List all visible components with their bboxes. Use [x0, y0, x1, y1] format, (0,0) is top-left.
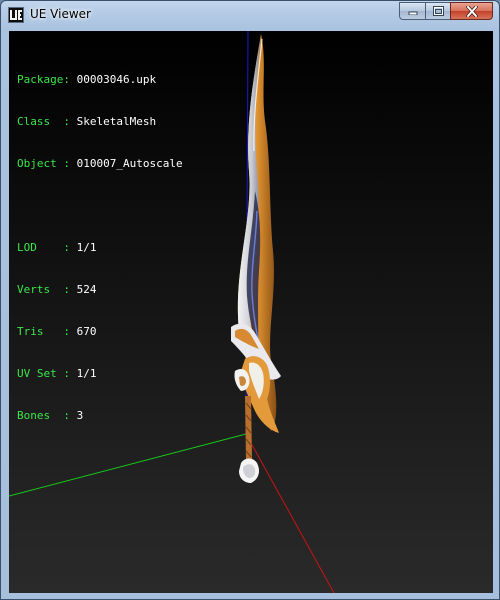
info-value: SkeletalMesh: [76, 115, 157, 128]
info-label: Package:: [17, 73, 77, 86]
info-row-uv-set: UV Set : 1/1: [17, 367, 183, 381]
info-label: Tris :: [17, 325, 77, 338]
close-icon: [465, 5, 478, 17]
mesh-info-overlay: Package: 00003046.upk Class : SkeletalMe…: [17, 45, 183, 451]
info-row-bones: Bones : 3: [17, 409, 183, 423]
info-value: 3: [76, 409, 84, 422]
info-value: 010007_Autoscale: [76, 157, 183, 170]
info-row-class: Class : SkeletalMesh: [17, 115, 183, 129]
maximize-button[interactable]: [425, 2, 450, 20]
info-value: 670: [76, 325, 97, 338]
info-value: 524: [76, 283, 97, 296]
info-row-verts: Verts : 524: [17, 283, 183, 297]
axis-x-line: [245, 433, 335, 593]
info-row-package: Package: 00003046.upk: [17, 73, 183, 87]
3d-viewport[interactable]: Package: 00003046.upk Class : SkeletalMe…: [9, 31, 493, 593]
maximize-icon: [432, 6, 444, 16]
info-label: UV Set :: [17, 367, 77, 380]
info-label: LOD :: [17, 241, 77, 254]
info-label: Class :: [17, 115, 77, 128]
close-button[interactable]: [450, 2, 493, 20]
app-icon: [8, 7, 24, 23]
window-title: UE Viewer: [30, 7, 91, 21]
info-row-tris: Tris : 670: [17, 325, 183, 339]
info-row-object: Object : 010007_Autoscale: [17, 157, 183, 171]
info-label: Object :: [17, 157, 77, 170]
info-value: 00003046.upk: [76, 73, 157, 86]
minimize-button[interactable]: [399, 2, 425, 20]
info-label: Bones :: [17, 409, 77, 422]
title-bar[interactable]: UE Viewer: [1, 1, 499, 29]
info-row-lod: LOD : 1/1: [17, 241, 183, 255]
info-value: 1/1: [76, 241, 97, 254]
caption-buttons: [399, 2, 493, 21]
sword-mesh: [231, 34, 281, 483]
app-window: UE Viewer Package: 00003046.upk Class: …: [0, 0, 500, 600]
info-value: 1/1: [76, 367, 97, 380]
info-label: Verts :: [17, 283, 77, 296]
minimize-icon: [408, 11, 417, 15]
